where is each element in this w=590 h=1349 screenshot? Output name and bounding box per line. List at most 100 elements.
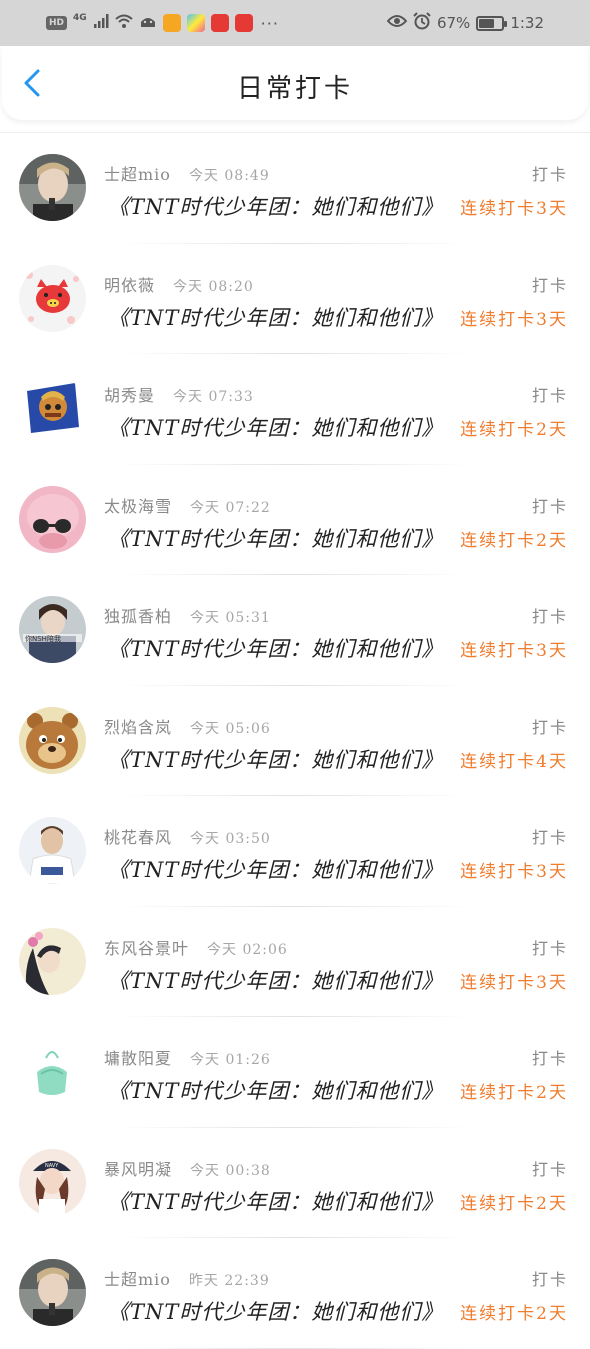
user-name[interactable]: 太极海雪 [104, 493, 172, 517]
signal-icon [93, 13, 109, 33]
row-meta: 士超mio 今天 08:49 [104, 161, 270, 185]
checkin-time: 今天 05:31 [190, 610, 271, 626]
battery-level [479, 18, 495, 28]
user-name[interactable]: 明依薇 [104, 272, 155, 296]
user-name[interactable]: 墉散阳夏 [104, 1045, 172, 1069]
user-name[interactable]: 胡秀曼 [104, 382, 155, 406]
row-meta: 桃花春风 今天 03:50 [104, 824, 271, 848]
checkin-action-label: 打卡 [531, 165, 568, 184]
avatar[interactable] [19, 1038, 86, 1105]
streak-label: 连续打卡3天 [460, 309, 568, 330]
avatar[interactable] [19, 154, 86, 221]
avatar[interactable] [19, 486, 86, 553]
avatar[interactable] [19, 1259, 86, 1326]
checkin-time: 今天 02:06 [207, 941, 288, 958]
checkin-action-label: 打卡 [531, 1049, 568, 1068]
checkin-time: 今天 05:06 [190, 720, 271, 737]
streak-label: 连续打卡3天 [460, 641, 568, 661]
user-name[interactable]: 桃花春风 [104, 824, 172, 848]
checkin-action-label: 打卡 [531, 496, 568, 516]
alarm-icon [413, 12, 431, 34]
book-title: 《TNT时代少年团：她们和他们》 [108, 1300, 444, 1324]
user-name[interactable]: 士超mio [104, 161, 171, 185]
avatar[interactable] [19, 1149, 86, 1216]
checkin-time: 今天 03:50 [190, 831, 271, 847]
checkin-time: 今天 07:33 [173, 389, 254, 405]
row-meta: 士超mio 昨天 22:39 [104, 1266, 270, 1290]
row-meta: 烈焰含岚 今天 05:06 [104, 714, 271, 738]
checkin-action-label: 打卡 [531, 1270, 568, 1289]
eye-icon [386, 14, 408, 32]
checkin-action-label: 打卡 [531, 1159, 568, 1179]
checkin-time: 今天 00:38 [190, 1162, 271, 1179]
avatar[interactable] [19, 928, 86, 995]
streak-label: 连续打卡2天 [460, 1083, 568, 1103]
row-meta: 太极海雪 今天 07:22 [104, 493, 271, 517]
book-title: 《TNT时代少年团：她们和他们》 [108, 526, 444, 551]
row-meta: 明依薇 今天 08:20 [104, 272, 254, 296]
book-title: 《TNT时代少年团：她们和他们》 [108, 747, 444, 772]
checkin-row[interactable]: 士超mio 今天 08:49 《TNT时代少年团：她们和他们》 打卡连续打卡3天 [0, 133, 590, 244]
book-title: 《TNT时代少年团：她们和他们》 [108, 968, 444, 993]
user-name[interactable]: 东风谷景叶 [104, 935, 189, 959]
checkin-action-label: 打卡 [531, 275, 568, 295]
checkin-row[interactable]: 明依薇 今天 08:20 《TNT时代少年团：她们和他们》 打卡连续打卡3天 [0, 244, 590, 355]
red-app-icon [210, 14, 229, 32]
android-icon [139, 13, 157, 33]
checkin-row[interactable]: 胡秀曼 今天 07:33 《TNT时代少年团：她们和他们》 打卡 连续打卡2天 [0, 354, 590, 465]
user-name[interactable]: 独孤香柏 [104, 603, 172, 627]
streak-label: 连续打卡2天 [460, 530, 568, 551]
wifi-icon [115, 13, 133, 33]
page-title: 日常打卡 [236, 74, 353, 104]
user-name[interactable]: 暴风明凝 [104, 1156, 172, 1180]
checkin-row[interactable]: 桃花春风 今天 03:50 《TNT时代少年团：她们和他们》 打卡 连续打卡3天 [0, 796, 590, 907]
battery-icon [476, 15, 508, 31]
streak-label: 连续打卡4天 [460, 751, 568, 772]
row-meta: 胡秀曼 今天 07:33 [104, 382, 254, 406]
row-meta: 独孤香柏 今天 05:31 [104, 603, 271, 627]
streak-label: 连续打卡3天 [460, 199, 568, 219]
checkin-row[interactable]: 墉散阳夏 今天 01:26 《TNT时代少年团：她们和他们》 打卡连续打卡2天 [0, 1017, 590, 1128]
clock: 1:32 [510, 14, 544, 32]
avatar[interactable] [19, 596, 86, 663]
avatar[interactable] [19, 375, 86, 442]
book-title: 《TNT时代少年团：她们和他们》 [108, 637, 444, 661]
checkin-action-label: 打卡 [531, 386, 568, 405]
checkin-row[interactable]: 烈焰含岚 今天 05:06 《TNT时代少年团：她们和他们》 打卡连续打卡4天 [0, 686, 590, 797]
user-name[interactable]: 士超mio [104, 1266, 171, 1290]
streak-label: 连续打卡3天 [460, 862, 568, 882]
checkin-time: 今天 08:20 [173, 278, 254, 295]
row-meta: 墉散阳夏 今天 01:26 [104, 1045, 271, 1069]
row-meta: 暴风明凝 今天 00:38 [104, 1156, 271, 1180]
avatar[interactable] [19, 817, 86, 884]
more-notifications-icon: ··· [260, 13, 279, 33]
checkin-row[interactable]: 东风谷景叶 今天 02:06 《TNT时代少年团：她们和他们》 打卡 连续打卡3天 [0, 907, 590, 1018]
checkin-action-label: 打卡 [531, 938, 568, 958]
video-app-icon [162, 14, 181, 32]
row-meta: 东风谷景叶 今天 02:06 [104, 935, 288, 959]
checkin-action-label: 打卡 [531, 717, 568, 737]
book-title: 《TNT时代少年团：她们和他们》 [108, 1189, 444, 1214]
status-bar: HD 4G ··· 67% 1:32 [0, 0, 590, 46]
checkin-row[interactable]: 独孤香柏 今天 05:31 《TNT时代少年团：她们和他们》 打卡连续打卡3天 [0, 575, 590, 686]
streak-label: 连续打卡2天 [460, 1193, 568, 1214]
book-title: 《TNT时代少年团：她们和他们》 [108, 1079, 444, 1103]
checkin-time: 今天 07:22 [190, 499, 271, 516]
avatar[interactable] [19, 265, 86, 332]
checkin-time: 今天 08:49 [188, 168, 270, 184]
checkin-row[interactable]: 暴风明凝 今天 00:38 《TNT时代少年团：她们和他们》 打卡连续打卡2天 [0, 1128, 590, 1239]
checkin-list: 士超mio 今天 08:49 《TNT时代少年团：她们和他们》 打卡 连续打卡3天 明依薇… [0, 133, 590, 1349]
checkin-action-label: 打卡 [531, 607, 568, 626]
streak-label: 连续打卡2天 [460, 420, 568, 440]
book-title: 《TNT时代少年团：她们和他们》 [108, 305, 444, 330]
status-bar-right: 67% 1:32 [386, 12, 544, 34]
checkin-time: 昨天 22:39 [188, 1273, 270, 1289]
book-title: 《TNT时代少年团：她们和他们》 [108, 195, 444, 219]
user-name[interactable]: 烈焰含岚 [104, 714, 172, 738]
checkin-row[interactable]: 太极海雪 今天 07:22 《TNT时代少年团：她们和他们》 打卡连续打卡2天 [0, 465, 590, 576]
checkin-row[interactable]: 士超mio 昨天 22:39 《TNT时代少年团：她们和他们》 打卡 连续打卡2天 [0, 1238, 590, 1349]
status-bar-left: HD 4G ··· [46, 12, 279, 34]
avatar[interactable] [19, 707, 86, 774]
hd-badge: HD [46, 16, 68, 30]
battery-percent: 67% [436, 14, 471, 32]
